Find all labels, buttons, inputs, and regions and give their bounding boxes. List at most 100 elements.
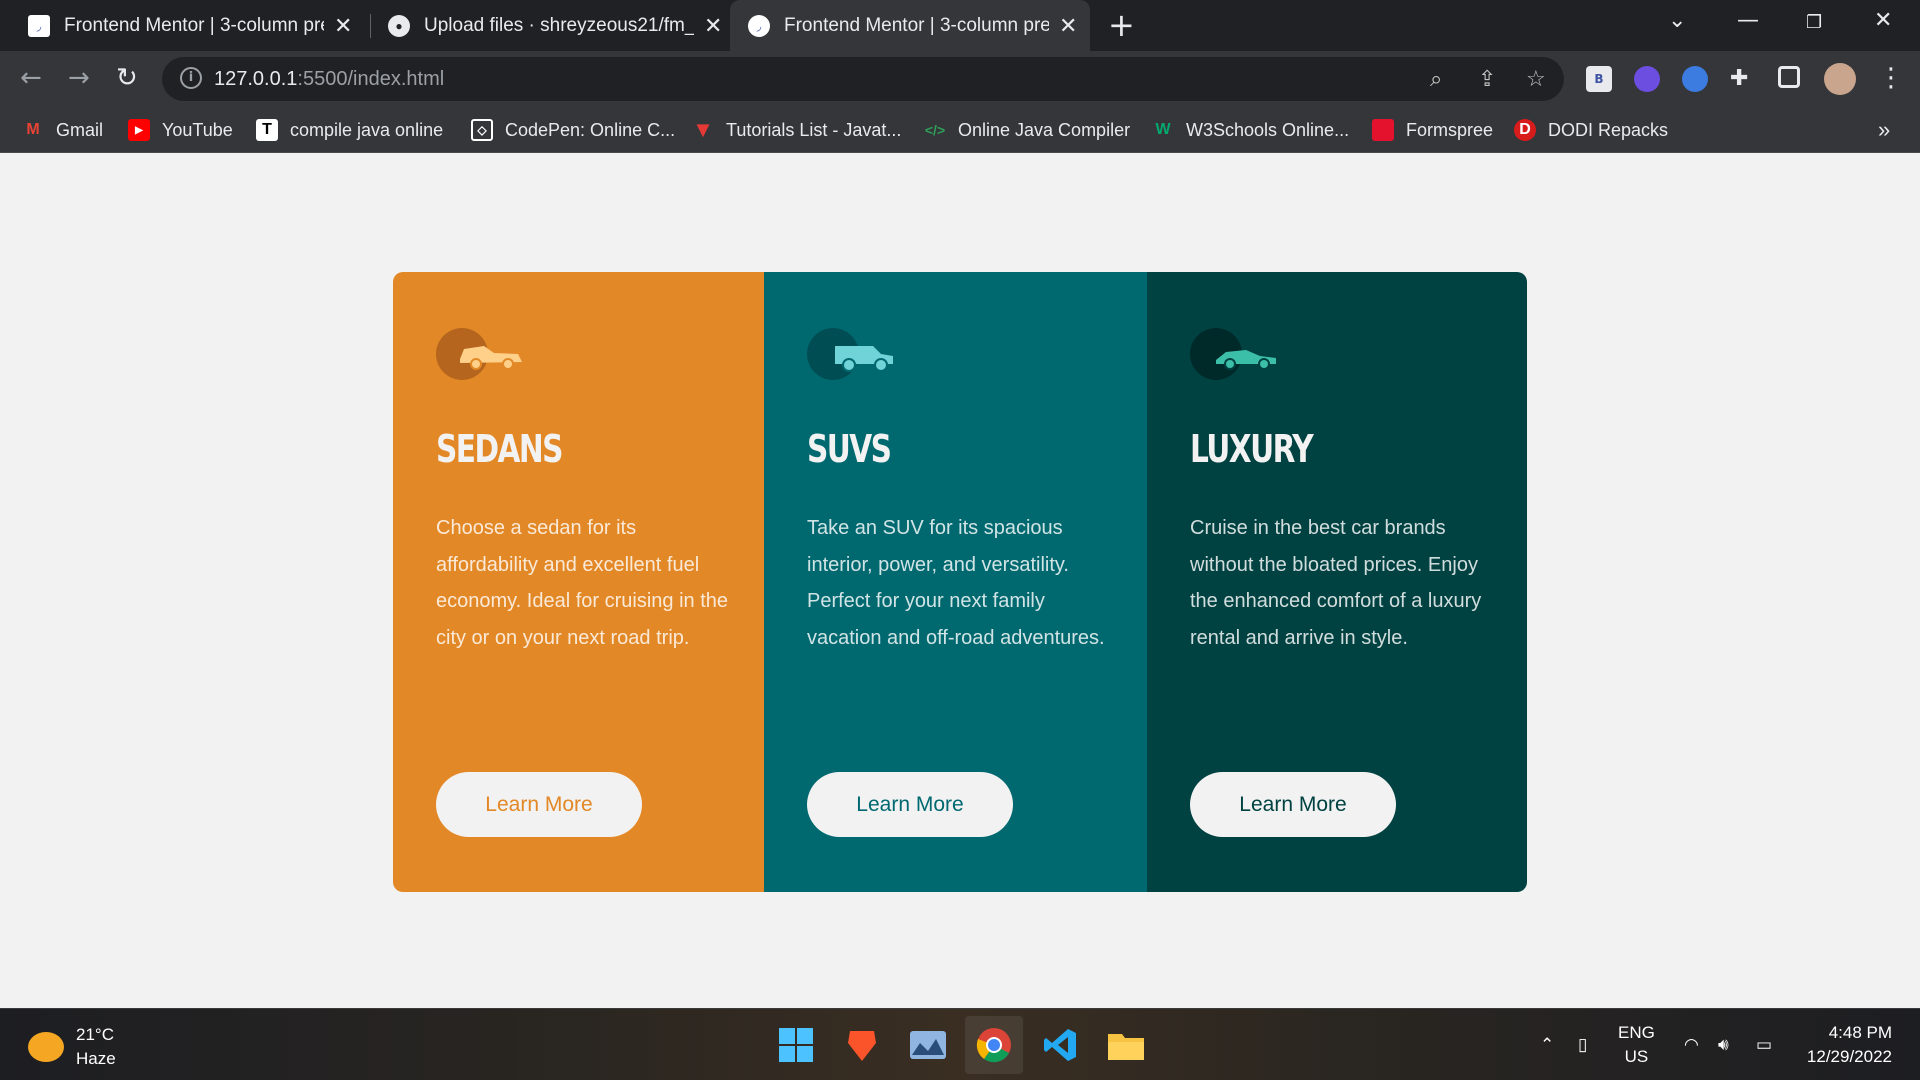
tray-chevron-up-icon[interactable]: ⌃ xyxy=(1540,1009,1554,1080)
bookmark-star-icon[interactable]: ☆ xyxy=(1526,67,1546,92)
card-heading: SEDANS xyxy=(436,427,563,471)
input-language-indicator[interactable]: ENG US xyxy=(1618,1021,1655,1069)
bookmark-codepen[interactable]: ◇ CodePen: Online C... xyxy=(471,107,675,153)
javatpoint-icon: ▼ xyxy=(692,117,714,142)
side-panel-icon[interactable] xyxy=(1778,66,1800,88)
youtube-icon: ▶ xyxy=(128,119,150,141)
weather-temp: 21°C xyxy=(76,1025,114,1044)
bookmark-label: DODI Repacks xyxy=(1548,119,1669,140)
minimize-icon[interactable]: — xyxy=(1737,8,1759,33)
browser-tab-strip: ◞ Frontend Mentor | 3-column preview ✕ ●… xyxy=(0,0,1920,51)
bookmark-label: CodePen: Online C... xyxy=(505,119,676,140)
learn-more-button[interactable]: Learn More xyxy=(807,772,1013,837)
bookmark-formspree[interactable]: Formspree xyxy=(1372,107,1493,153)
bookmark-label: Online Java Compiler xyxy=(958,119,1131,140)
weather-condition: Haze xyxy=(76,1049,116,1068)
tab-github-upload[interactable]: ● Upload files · shreyzeous21/fm_3 ✕ xyxy=(360,0,730,51)
new-tab-button[interactable]: + xyxy=(1108,6,1135,44)
extensions-puzzle-icon[interactable]: ✚ xyxy=(1730,66,1756,92)
learn-more-button[interactable]: Learn More xyxy=(1190,772,1396,837)
close-tab-icon[interactable]: ✕ xyxy=(1059,13,1077,39)
bookmark-dodi-repacks[interactable]: D DODI Repacks xyxy=(1514,107,1668,153)
system-clock[interactable]: 4:48 PM 12/29/2022 xyxy=(1798,1021,1892,1069)
volume-icon[interactable]: 🔊︎ xyxy=(1718,1009,1729,1080)
frontend-mentor-favicon-icon: ◞ xyxy=(748,14,770,37)
formspree-icon xyxy=(1372,119,1394,141)
menu-kebab-icon[interactable]: ⋮ xyxy=(1878,63,1904,93)
extension-fox-icon[interactable] xyxy=(1682,66,1708,92)
windows-logo-icon xyxy=(779,1028,813,1062)
weather-widget[interactable]: 21°C Haze xyxy=(28,1023,116,1071)
learn-more-button[interactable]: Learn More xyxy=(436,772,642,837)
tab-title: Upload files · shreyzeous21/fm_3 xyxy=(424,14,694,36)
suv-icon xyxy=(807,328,893,380)
tab-frontend-mentor-1[interactable]: ◞ Frontend Mentor | 3-column preview ✕ xyxy=(0,0,360,51)
url-text[interactable]: 127.0.0.1:5500/index.html xyxy=(214,68,444,91)
card-suvs: SUVS Take an SUV for its spacious interi… xyxy=(764,272,1147,892)
extension-b-icon[interactable]: B xyxy=(1586,66,1612,92)
card-heading: SUVS xyxy=(807,427,892,471)
url-path: :5500/index.html xyxy=(297,68,445,90)
site-info-icon[interactable]: i xyxy=(180,67,202,89)
file-explorer-app[interactable] xyxy=(1106,1025,1146,1065)
luxury-car-icon xyxy=(1190,328,1276,380)
github-icon: ● xyxy=(388,14,410,37)
tab-search-chevron-icon[interactable]: ⌄ xyxy=(1668,8,1686,33)
back-arrow-icon[interactable]: ← xyxy=(20,63,42,93)
extension-mastodon-icon[interactable] xyxy=(1634,66,1660,92)
battery-icon[interactable]: ▭ xyxy=(1756,1009,1772,1080)
tab-frontend-mentor-active[interactable]: ◞ Frontend Mentor | 3-column preview ✕ xyxy=(730,0,1090,51)
card-description: Take an SUV for its spacious interior, p… xyxy=(807,517,1105,649)
tab-title: Frontend Mentor | 3-column preview xyxy=(784,14,1049,36)
share-icon[interactable]: ⇪ xyxy=(1478,67,1496,92)
language-region: US xyxy=(1624,1047,1649,1066)
card-description: Cruise in the best car brands without th… xyxy=(1190,517,1482,649)
gmail-icon: M xyxy=(26,121,40,138)
bookmark-online-java-compiler[interactable]: </> Online Java Compiler xyxy=(924,107,1130,153)
start-button[interactable] xyxy=(776,1025,816,1065)
bookmark-label: YouTube xyxy=(162,119,233,140)
usb-device-icon[interactable]: ▯ xyxy=(1578,1009,1587,1080)
bookmark-javatpoint[interactable]: ▼ Tutorials List - Javat... xyxy=(692,107,901,153)
forward-arrow-icon[interactable]: → xyxy=(68,63,90,93)
card-sedans: SEDANS Choose a sedan for its affordabil… xyxy=(393,272,764,892)
brave-browser-app[interactable] xyxy=(842,1025,882,1065)
clock-date: 12/29/2022 xyxy=(1806,1047,1892,1066)
folder-icon xyxy=(1108,1034,1144,1060)
code-icon: </> xyxy=(924,122,946,138)
bookmarks-overflow-button[interactable]: » xyxy=(1878,107,1890,153)
frontend-mentor-favicon-icon: ◞ xyxy=(28,14,50,37)
card-group: SEDANS Choose a sedan for its affordabil… xyxy=(393,272,1527,892)
dodi-icon: D xyxy=(1514,119,1536,141)
windows-taskbar: 21°C Haze ⌃ ▯ ENG US ◠ 🔊︎ ▭ 4:48 PM 12/2… xyxy=(0,1008,1920,1080)
browser-toolbar: ← → ↻ i 127.0.0.1:5500/index.html ⌕ ⇪ ☆ … xyxy=(0,51,1920,107)
address-bar[interactable]: i 127.0.0.1:5500/index.html ⌕ ⇪ ☆ xyxy=(162,57,1564,101)
card-description: Choose a sedan for its affordability and… xyxy=(436,517,729,649)
url-host: 127.0.0.1 xyxy=(214,68,298,90)
close-tab-icon[interactable]: ✕ xyxy=(704,13,722,39)
bookmark-label: Formspree xyxy=(1406,119,1494,140)
restore-icon[interactable]: ❐ xyxy=(1806,12,1822,33)
profile-avatar[interactable] xyxy=(1824,63,1856,95)
bookmark-label: W3Schools Online... xyxy=(1186,119,1350,140)
close-tab-icon[interactable]: ✕ xyxy=(334,13,352,39)
bookmark-w3schools[interactable]: W W3Schools Online... xyxy=(1152,107,1349,153)
card-luxury: LUXURY Cruise in the best car brands wit… xyxy=(1147,272,1527,892)
bookmark-youtube[interactable]: ▶ YouTube xyxy=(128,107,233,153)
reload-icon[interactable]: ↻ xyxy=(116,63,138,93)
w3schools-icon: W xyxy=(1155,121,1171,138)
bookmark-gmail[interactable]: M Gmail xyxy=(22,107,103,153)
vscode-app[interactable] xyxy=(1040,1025,1080,1065)
chrome-app[interactable] xyxy=(965,1016,1023,1074)
close-window-icon[interactable]: ✕ xyxy=(1874,8,1892,33)
bookmark-label: compile java online xyxy=(290,119,444,140)
photos-app[interactable] xyxy=(908,1025,948,1065)
bookmark-compile-java[interactable]: Tcompile java online xyxy=(256,107,443,153)
bookmarks-bar: M Gmail ▶ YouTube Tcompile java online ◇ Co… xyxy=(0,107,1920,153)
zoom-icon[interactable]: ⌕ xyxy=(1430,67,1442,92)
bookmark-label: Tutorials List - Javat... xyxy=(726,119,902,140)
clock-time: 4:48 PM xyxy=(1828,1023,1892,1042)
photos-icon xyxy=(910,1031,946,1059)
wifi-icon[interactable]: ◠ xyxy=(1684,1009,1699,1080)
weather-haze-icon xyxy=(28,1032,64,1062)
